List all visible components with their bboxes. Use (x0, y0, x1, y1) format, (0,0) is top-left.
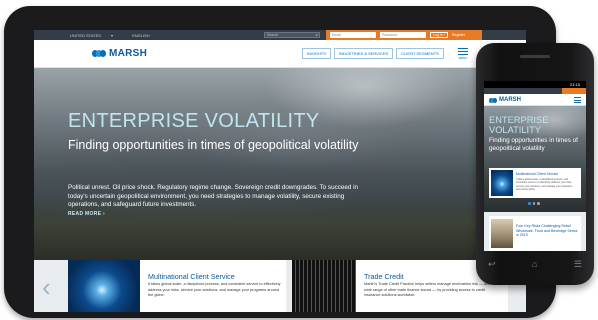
card-text: It takes global scale, a disciplined pro… (148, 282, 281, 298)
home-icon[interactable]: ⌂ (532, 259, 537, 270)
marsh-logo[interactable]: MARSH (92, 48, 147, 59)
country-selector[interactable]: UNITED STATES (70, 33, 101, 38)
phone-status-bar: 21:15 (484, 81, 586, 88)
password-placeholder: Password (382, 33, 398, 37)
chevron-down-icon: ▾ (110, 33, 113, 38)
login-button-label: Log in (433, 33, 443, 37)
marsh-logo-icon (489, 97, 497, 103)
chevron-right-icon: › (443, 33, 445, 37)
email-placeholder: Email (332, 33, 341, 37)
tablet-device: UNITED STATES ▾ ENGLISH Search ⌕ Email Pa… (4, 6, 556, 318)
card-title: Multinational Client Service (148, 272, 235, 281)
phone-marsh-logo[interactable]: MARSH (489, 97, 521, 103)
nav-item-client-segments[interactable]: CLIENT SEGMENTS (396, 48, 444, 59)
read-more-link[interactable]: READ MORE › (68, 211, 105, 217)
phone-card-multinational[interactable]: Multinational Client Service It takes gl… (489, 168, 581, 198)
phone-speaker (520, 55, 550, 58)
menu-icon[interactable]: ☰ (574, 259, 582, 270)
main-navigation: MARSH INSIGHTS INDUSTRIES & SERVICES CLI… (34, 40, 526, 68)
login-button[interactable]: Log in › (430, 32, 448, 38)
phone-hero-title: ENTERPRISE VOLATILITY (489, 115, 549, 135)
stock-board-image (292, 260, 356, 312)
search-placeholder: Search (267, 33, 279, 37)
read-more-label: READ MORE (68, 211, 102, 217)
phone-device: 21:15 MARSH ENTERPRISE VOLATILITY Findin… (476, 43, 594, 285)
logo-text: MARSH (499, 97, 521, 103)
globe-network-image (68, 260, 140, 312)
status-time: 21:15 (569, 82, 580, 87)
search-input[interactable]: Search ⌕ (264, 32, 320, 38)
phone-hardware-keys: ↩ ⌂ ☰ (488, 259, 582, 270)
globe-network-image (491, 170, 513, 196)
card-text: Marsh's Trade Credit Practice helps sell… (364, 282, 494, 298)
phone-hero-banner: ENTERPRISE VOLATILITY Finding opportunit… (484, 106, 586, 212)
nav-item-industries-services[interactable]: INDUSTRIES & SERVICES (333, 48, 394, 59)
nav-item-insights[interactable]: INSIGHTS (302, 48, 331, 59)
tablet-screen: UNITED STATES ▾ ENGLISH Search ⌕ Email Pa… (34, 30, 526, 312)
chevron-right-icon: › (102, 211, 105, 217)
logo-text: MARSH (109, 48, 148, 59)
hero-body: Political unrest. Oil price shock. Regul… (68, 184, 359, 208)
back-icon[interactable]: ↩ (488, 259, 496, 270)
retail-image (491, 219, 513, 248)
card-multinational-client-service[interactable]: Multinational Client Service It takes gl… (68, 260, 286, 312)
hero-banner: ENTERPRISE VOLATILITY Finding opportunit… (34, 68, 526, 260)
card-title: Trade Credit (364, 272, 404, 281)
utility-bar: UNITED STATES ▾ ENGLISH Search ⌕ Email Pa… (34, 30, 526, 40)
phone-screen: 21:15 MARSH ENTERPRISE VOLATILITY Findin… (484, 81, 586, 251)
password-field[interactable]: Password (380, 32, 426, 38)
search-icon[interactable]: ⌕ (316, 33, 318, 37)
menu-button[interactable]: MENU (458, 48, 468, 60)
nav-menu: INSIGHTS INDUSTRIES & SERVICES CLIENT SE… (302, 48, 447, 59)
register-link[interactable]: Register (452, 33, 465, 37)
marsh-logo-icon (92, 49, 106, 58)
email-field[interactable]: Email (330, 32, 376, 38)
carousel-prev-arrow-icon[interactable]: ‹ (42, 274, 51, 300)
carousel-dots[interactable] (528, 202, 542, 205)
language-selector[interactable]: ENGLISH (132, 33, 150, 38)
phone-hero-subtitle: Finding opportunities in times of geopol… (489, 137, 578, 152)
phone-navigation: MARSH (484, 94, 586, 106)
hero-subtitle: Finding opportunities in times of geopol… (68, 138, 359, 152)
locale-selector[interactable]: UNITED STATES ▾ ENGLISH (70, 33, 160, 38)
phone-card-retail-risks[interactable]: Four Key Risks Challenging Retail Wholes… (489, 216, 581, 251)
phone-menu-icon[interactable] (574, 97, 581, 105)
hero-title: ENTERPRISE VOLATILITY (68, 110, 320, 132)
phone-card-text: It takes global scale, a disciplined pro… (516, 178, 573, 192)
menu-label: MENU (458, 56, 468, 60)
login-bar: Email Password Log in › Register (326, 30, 482, 40)
phone-card-title: Multinational Client Service (516, 172, 559, 176)
phone-card-title: Four Key Risks Challenging Retail Wholes… (516, 224, 578, 237)
